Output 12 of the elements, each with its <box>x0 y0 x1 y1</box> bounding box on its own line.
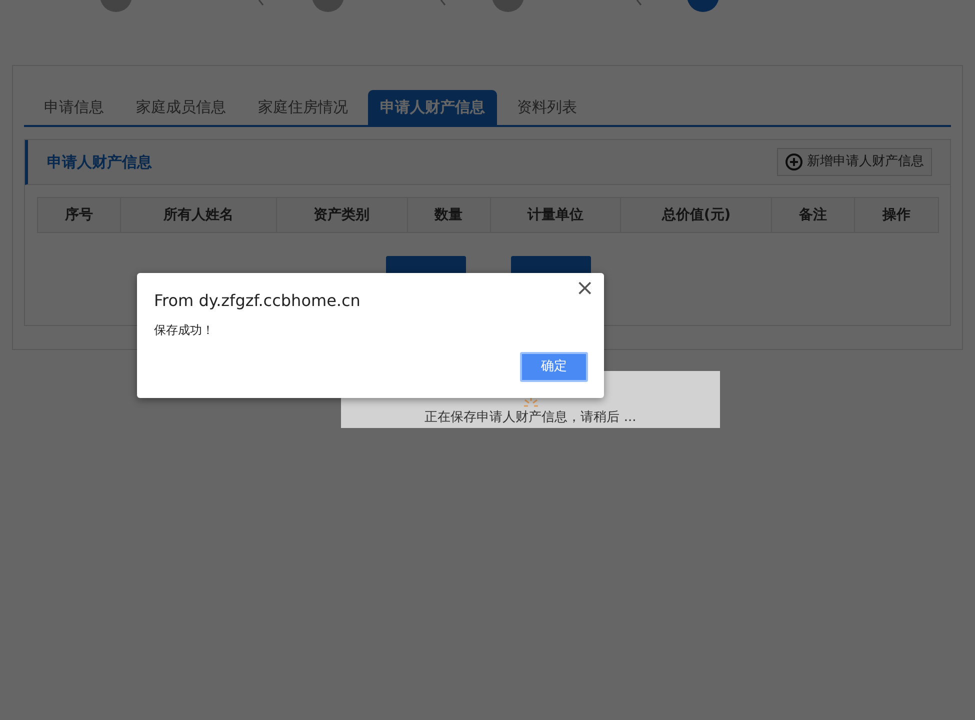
loading-message: 正在保存申请人财产信息，请稍后 ... <box>424 408 636 426</box>
dialog-message: 保存成功！ <box>154 322 215 339</box>
column-header: 操作 <box>854 198 938 232</box>
column-header: 数量 <box>406 198 490 232</box>
column-header: 计量单位 <box>490 198 620 232</box>
section-title: 申请人财产信息 <box>47 152 152 173</box>
column-header: 资产类别 <box>276 198 407 232</box>
column-header: 备注 <box>771 198 854 232</box>
column-header: 序号 <box>64 206 94 224</box>
column-header: 总价值(元) <box>620 198 772 232</box>
column-header: 所有人姓名 <box>120 198 276 232</box>
dialog-title: From dy.zfgzf.ccbhome.cn <box>154 290 362 312</box>
